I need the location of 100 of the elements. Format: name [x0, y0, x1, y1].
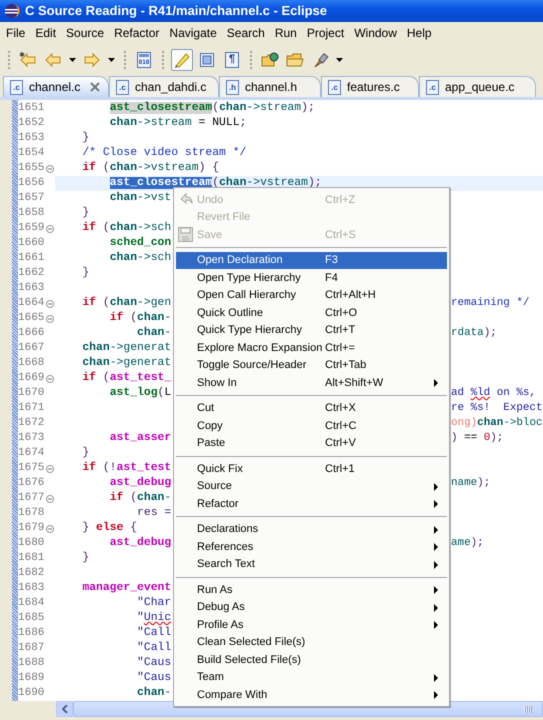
menu-item[interactable]: Compare With: [176, 686, 447, 704]
menu-bar-item[interactable]: Edit: [30, 24, 62, 42]
menu-item[interactable]: Search Text: [176, 556, 447, 573]
menu-bar-item[interactable]: Run: [270, 24, 302, 42]
collapse-icon[interactable]: [46, 494, 54, 502]
menu-item[interactable]: Team: [176, 668, 447, 686]
menu-item[interactable]: Cut Ctrl+X: [176, 400, 447, 417]
file-icon: .c: [116, 80, 129, 94]
line-number: 1665: [18, 311, 46, 326]
code-line: if (chan->gen: [82, 296, 172, 311]
highlighter-icon[interactable]: [171, 48, 193, 70]
menu-item[interactable]: Open Declaration F3: [176, 252, 447, 269]
code-line: }: [82, 131, 90, 146]
line-number: 1685: [18, 611, 46, 626]
menu-bar-item[interactable]: Help: [402, 24, 437, 42]
line-number: 1684: [18, 596, 46, 611]
menu-item[interactable]: Quick Fix Ctrl+1: [176, 460, 447, 478]
code-line: remaining */: [451, 296, 530, 311]
menu-item[interactable]: Clean Selected File(s): [176, 634, 447, 651]
code-line: chan->sch: [110, 251, 172, 266]
line-number: 1666: [18, 326, 46, 341]
collapse-icon[interactable]: [46, 300, 54, 308]
code-line: chan-: [137, 686, 172, 701]
code-line: if (chan-: [110, 491, 172, 506]
code-line: if (chan->sch: [82, 221, 172, 236]
dropdown-caret-icon[interactable]: [336, 58, 343, 62]
menu-bar-item[interactable]: Source: [61, 24, 110, 42]
menu-item[interactable]: Run As: [176, 581, 447, 598]
line-number: 1671: [18, 401, 46, 416]
menu-bar-item[interactable]: Window: [349, 24, 402, 42]
menu-item[interactable]: Profile As: [176, 616, 447, 634]
code-line: ast_log(L: [110, 386, 172, 401]
menu-item[interactable]: Paste Ctrl+V: [176, 434, 447, 452]
code-line: ast_debug: [110, 476, 172, 491]
line-number: 1655: [18, 161, 46, 176]
line-number: 1687: [18, 641, 46, 656]
line-number: 1658: [18, 206, 46, 221]
code-line: ad %ld on %s,: [451, 386, 536, 401]
line-number: 1689: [18, 671, 46, 686]
menu-item[interactable]: Declarations: [176, 520, 447, 538]
code-line: chan->generat: [82, 356, 172, 371]
menu-bar-item[interactable]: Refactor: [109, 24, 164, 42]
code-line: ast_closestream(chan->stream);: [110, 101, 315, 116]
menu-item[interactable]: Quick Outline Ctrl+O: [176, 304, 447, 322]
line-number: 1676: [18, 476, 46, 491]
code-line: }: [82, 266, 90, 281]
menu-bar-item[interactable]: File: [1, 24, 30, 42]
menu-item[interactable]: Quick Type Hierarchy Ctrl+T: [176, 322, 447, 339]
menu-item[interactable]: Show In Alt+Shift+W: [176, 374, 447, 392]
menu-item[interactable]: Copy Ctrl+C: [176, 417, 447, 434]
code-line: ast_asser: [110, 431, 172, 446]
dropdown-caret-icon[interactable]: [69, 58, 76, 62]
line-number: 1662: [18, 266, 46, 281]
code-line: "Caus: [137, 671, 172, 686]
line-number: 1669: [18, 371, 46, 386]
code-line: ) == 0);: [451, 431, 504, 446]
line-number: 1663: [18, 281, 46, 296]
line-number: 1653: [18, 131, 46, 146]
menu-item[interactable]: Toggle Source/Header Ctrl+Tab: [176, 356, 447, 374]
line-number: 1688: [18, 656, 46, 671]
editor-tab[interactable]: .c app_queue.c: [419, 76, 536, 97]
line-number: 1690: [18, 686, 46, 701]
menu-item[interactable]: Debug As: [176, 598, 447, 616]
collapse-icon[interactable]: [46, 374, 54, 382]
menu-item[interactable]: Build Selected File(s): [176, 651, 447, 668]
line-number: 1672: [18, 416, 46, 431]
collapse-icon[interactable]: [46, 464, 54, 472]
line-number: 1679: [18, 521, 46, 536]
menu-bar-item[interactable]: Navigate: [164, 24, 222, 42]
menu-bar-item[interactable]: Search: [222, 24, 270, 42]
line-number: 1654: [18, 146, 46, 161]
editor-tab[interactable]: .c features.c: [321, 76, 419, 97]
code-line: if (chan->vstream) {: [82, 161, 220, 176]
menu-item[interactable]: Explore Macro Expansion Ctrl+=: [176, 339, 447, 356]
code-line: if (ast_test_: [82, 371, 172, 386]
collapse-icon[interactable]: [46, 314, 54, 322]
menu-item[interactable]: Open Call Hierarchy Ctrl+Alt+H: [176, 286, 447, 304]
code-line: "Call: [137, 641, 172, 656]
menu-item[interactable]: Refactor: [176, 495, 447, 512]
editor-tab[interactable]: .c chan_dahdi.c: [109, 76, 219, 97]
collapse-icon[interactable]: [46, 164, 54, 172]
code-line: ame);: [451, 536, 484, 551]
menu-item[interactable]: References: [176, 538, 447, 556]
code-line: }: [82, 551, 90, 566]
file-icon: .c: [426, 80, 439, 94]
editor-tab[interactable]: .c channel.c: [3, 76, 109, 97]
scroll-left-button[interactable]: [56, 701, 73, 717]
dropdown-caret-icon[interactable]: [108, 58, 115, 62]
line-number: 1661: [18, 251, 46, 266]
line-number: 1674: [18, 446, 46, 461]
collapse-icon[interactable]: [46, 524, 54, 532]
file-icon: .c: [328, 80, 341, 94]
editor-tab[interactable]: .h channel.h: [219, 76, 321, 97]
close-icon[interactable]: [90, 82, 100, 92]
line-number: 1675: [18, 461, 46, 476]
code-line: }: [82, 206, 90, 221]
menu-item[interactable]: Open Type Hierarchy F4: [176, 269, 447, 286]
menu-bar-item[interactable]: Project: [302, 24, 350, 42]
collapse-icon[interactable]: [46, 224, 54, 232]
menu-item[interactable]: Source: [176, 478, 447, 495]
